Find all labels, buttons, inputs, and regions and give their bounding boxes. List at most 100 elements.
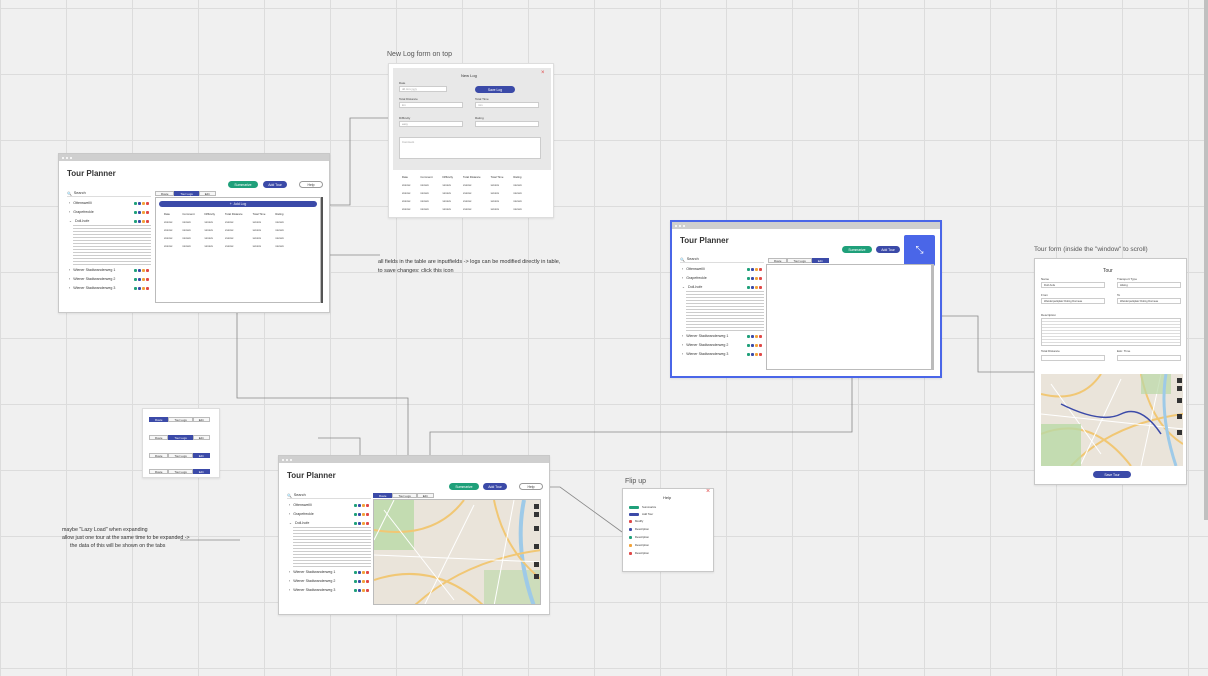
route-map[interactable] <box>373 499 541 605</box>
cell[interactable]: xxxxxx <box>508 205 526 213</box>
cell[interactable]: xxxxxx <box>486 181 509 189</box>
cell[interactable]: xxxxxx <box>397 205 415 213</box>
zoom-out-icon[interactable] <box>1177 386 1182 391</box>
cell[interactable]: xxxxxx <box>458 189 486 197</box>
table-row[interactable]: xxxxxx xxxxxx xxxxxx xxxxxx xxxxxx xxxxxx <box>397 189 527 197</box>
zoom-in-icon[interactable] <box>1177 378 1182 383</box>
cell[interactable]: xxxxxx <box>248 234 271 242</box>
cell[interactable]: xxxxxx <box>458 205 486 213</box>
list-item[interactable]: › Wiener Stadtwanderweg 1 <box>289 568 369 576</box>
list-item[interactable]: › Wiener Stadtwanderweg 3 <box>682 350 762 358</box>
add-tour-button[interactable]: Add Tour <box>483 483 507 490</box>
locate-icon[interactable] <box>1177 414 1182 419</box>
tab-route[interactable]: Route <box>373 493 393 498</box>
cell[interactable]: xxxxxx <box>270 242 288 250</box>
collapse-icon[interactable]: ⤡ <box>904 235 935 266</box>
list-item[interactable]: › Wiener Stadtwanderweg 2 <box>289 577 369 585</box>
search-input[interactable]: 🔍 Search <box>67 190 151 197</box>
cell[interactable]: xxxxxx <box>177 226 199 234</box>
cell[interactable]: xxxxxx <box>159 226 177 234</box>
cell[interactable]: xxxxxx <box>270 218 288 226</box>
cell[interactable]: xxxxxx <box>486 189 509 197</box>
list-item[interactable]: › Wiener Stadtwanderweg 3 <box>289 586 369 594</box>
cell[interactable]: xxxxxx <box>438 197 459 205</box>
table-row[interactable]: xxxxxx xxxxxx xxxxxx xxxxxx xxxxxx xxxxxx <box>159 218 289 226</box>
scrollbar[interactable] <box>932 264 934 370</box>
cell[interactable]: xxxxxx <box>415 205 437 213</box>
list-item[interactable]: › Wiener Stadtwanderweg 3 <box>69 284 149 292</box>
cell[interactable]: xxxxxx <box>200 218 221 226</box>
cell[interactable]: xxxxxx <box>159 234 177 242</box>
search-input[interactable]: 🔍 Search <box>287 492 371 499</box>
cell[interactable]: xxxxxx <box>508 197 526 205</box>
cell[interactable]: xxxxxx <box>270 226 288 234</box>
close-icon[interactable]: × <box>706 488 710 495</box>
fullscreen-icon[interactable] <box>534 562 539 567</box>
cell[interactable]: xxxxxx <box>458 197 486 205</box>
tab-route[interactable]: Route <box>768 258 788 263</box>
tab-edit[interactable]: Edit <box>192 453 210 458</box>
fullscreen-icon[interactable] <box>1177 430 1182 435</box>
cell[interactable]: xxxxxx <box>486 197 509 205</box>
close-icon[interactable]: × <box>541 70 545 76</box>
list-item[interactable]: › Wiener Stadtwanderweg 1 <box>682 332 762 340</box>
tab-tour-logs[interactable]: Tour Logs <box>174 191 199 196</box>
cell[interactable]: xxxxxx <box>159 242 177 250</box>
list-item[interactable]: ⌄ Doll-hofe <box>682 283 762 291</box>
cell[interactable]: xxxxxx <box>248 218 271 226</box>
cell[interactable]: xxxxxx <box>415 197 437 205</box>
list-item[interactable]: ⌄ Doll-hofe <box>69 217 149 225</box>
cell[interactable]: xxxxxx <box>438 181 459 189</box>
name-field[interactable]: Doll-hofe <box>1041 282 1105 288</box>
scrollbar[interactable] <box>321 197 323 303</box>
save-log-button[interactable]: Save Log <box>475 86 515 93</box>
transport-select[interactable]: Hiking <box>1117 282 1181 288</box>
zoom-out-icon[interactable] <box>534 512 539 517</box>
date-field[interactable]: dd.mm.yyyy <box>399 86 447 92</box>
add-tour-button[interactable]: Add Tour <box>263 181 287 188</box>
comment-field[interactable]: Comment <box>399 137 541 159</box>
summarize-button[interactable]: Summarize <box>449 483 479 490</box>
total-time-field[interactable]: min <box>475 102 539 108</box>
canvas-scrollbar[interactable] <box>1204 0 1208 520</box>
tab-tour-logs[interactable]: Tour Logs <box>392 493 417 498</box>
save-tour-button[interactable]: Save Tour <box>1093 471 1131 478</box>
tab-tour-logs[interactable]: Tour Logs <box>168 453 193 458</box>
cell[interactable]: xxxxxx <box>508 181 526 189</box>
tab-edit[interactable]: Edit <box>192 469 210 474</box>
zoom-in-icon[interactable] <box>534 504 539 509</box>
cell[interactable]: xxxxxx <box>415 181 437 189</box>
tab-route[interactable]: Route <box>155 191 175 196</box>
cell[interactable]: xxxxxx <box>397 181 415 189</box>
tab-route[interactable]: Route <box>149 435 169 440</box>
share-icon[interactable] <box>534 574 539 579</box>
cell[interactable]: xxxxxx <box>177 234 199 242</box>
tab-edit[interactable]: Edit <box>198 191 216 196</box>
table-row[interactable]: xxxxxx xxxxxx xxxxxx xxxxxx xxxxxx xxxxxx <box>159 226 289 234</box>
cell[interactable]: xxxxxx <box>397 189 415 197</box>
summarize-button[interactable]: Summarize <box>842 246 872 253</box>
description-field[interactable] <box>1041 318 1181 346</box>
help-button[interactable]: Help <box>299 181 323 188</box>
route-map[interactable] <box>1041 374 1183 466</box>
table-row[interactable]: xxxxxx xxxxxx xxxxxx xxxxxx xxxxxx xxxxxx <box>397 197 527 205</box>
layers-icon[interactable] <box>534 526 539 531</box>
list-item[interactable]: › Wiener Stadtwanderweg 2 <box>682 341 762 349</box>
summarize-button[interactable]: Summarize <box>228 181 258 188</box>
list-item[interactable]: ⌄ Doll-hofe <box>289 519 369 527</box>
list-item[interactable]: › Wiener Stadtwanderweg 1 <box>69 266 149 274</box>
table-row[interactable]: xxxxxx xxxxxx xxxxxx xxxxxx xxxxxx xxxxxx <box>397 181 527 189</box>
cell[interactable]: xxxxxx <box>220 218 248 226</box>
cell[interactable]: xxxxxx <box>177 242 199 250</box>
table-row[interactable]: xxxxxx xxxxxx xxxxxx xxxxxx xxxxxx xxxxxx <box>397 205 527 213</box>
list-item[interactable]: › Grapefreckle <box>69 208 149 216</box>
add-log-button[interactable]: + Add Log <box>159 201 317 207</box>
tab-route[interactable]: Route <box>149 453 169 458</box>
cell[interactable]: xxxxxx <box>438 189 459 197</box>
list-item[interactable]: › Ottensweilli <box>69 199 149 207</box>
cell[interactable]: xxxxxx <box>200 226 221 234</box>
list-item[interactable]: › Ottensweilli <box>289 501 369 509</box>
tab-route[interactable]: Route <box>149 417 169 422</box>
tab-edit[interactable]: Edit <box>416 493 434 498</box>
total-distance-field[interactable] <box>1041 355 1105 361</box>
